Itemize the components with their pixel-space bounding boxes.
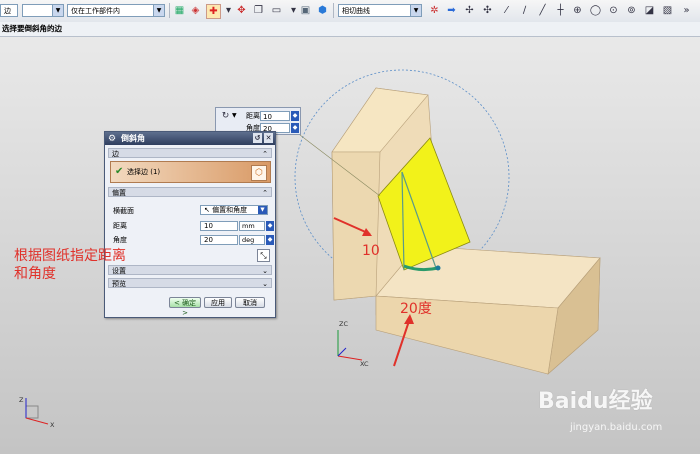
- annotation-note: 根据图纸指定距离 和角度: [14, 247, 126, 283]
- triad-x-axis: [25, 417, 49, 425]
- annotation-note-line2: 和角度: [14, 266, 56, 282]
- cancel-button[interactable]: 取消: [235, 297, 265, 308]
- mini-distance-label: 距离: [246, 112, 260, 120]
- close-icon[interactable]: ✕: [264, 133, 273, 143]
- angle-annotation: 20度: [400, 301, 432, 317]
- distance-unit[interactable]: mm: [239, 221, 265, 231]
- angle-unit[interactable]: deg: [239, 235, 265, 245]
- cross-section-value: 偏置和角度: [212, 206, 248, 214]
- edge-section-header[interactable]: 边 ⌃: [108, 148, 272, 158]
- zc-axis-label: ZC: [339, 320, 348, 328]
- angle-input[interactable]: 20: [200, 235, 238, 245]
- distance-input[interactable]: 10: [200, 221, 238, 231]
- cube-icon[interactable]: ⬡: [251, 165, 267, 181]
- yc-axis: [337, 347, 347, 357]
- select-edge-row[interactable]: ✔ 选择边 (1) ⬡: [110, 161, 271, 183]
- spinner-icon[interactable]: ◆: [291, 111, 299, 121]
- cross-section-label: 横截面: [113, 207, 134, 215]
- offset-section-label: 偏置: [112, 189, 126, 197]
- cross-section-select[interactable]: ↖ 偏置和角度 ▼: [200, 205, 268, 215]
- annotation-note-line1: 根据图纸指定距离: [14, 248, 126, 264]
- offset-angle-icon: ↖: [204, 206, 210, 214]
- chevron-down-icon: ⌄: [262, 280, 268, 288]
- settings-section-header[interactable]: 设置 ⌄: [108, 265, 272, 275]
- watermark-brand: Baidu经验: [538, 389, 653, 414]
- chevron-up-icon: ⌃: [262, 189, 268, 197]
- dialog-title-bar[interactable]: ⚙ 倒斜角 ↺ ✕: [105, 132, 275, 145]
- offset-section-header[interactable]: 偏置 ⌃: [108, 187, 272, 197]
- triad-x-label: X: [50, 421, 55, 429]
- triad-z-label: Z: [19, 396, 24, 404]
- distance-annotation: 10: [362, 243, 380, 259]
- distance-label: 距离: [113, 222, 127, 230]
- chamfer-dialog: ⚙ 倒斜角 ↺ ✕ 边 ⌃ ✔ 选择边 (1) ⬡ 偏置 ⌃ 横截面 ↖ 偏置和…: [104, 131, 276, 318]
- angle-label: 角度: [113, 236, 127, 244]
- spinner-icon[interactable]: ◆: [266, 235, 274, 245]
- ok-button[interactable]: < 确定 >: [169, 297, 201, 317]
- preview-section-header[interactable]: 预览 ⌄: [108, 278, 272, 288]
- chevron-down-icon[interactable]: ▼: [232, 112, 237, 119]
- spinner-icon[interactable]: ◆: [291, 123, 299, 133]
- chevron-down-icon: ⌄: [262, 267, 268, 275]
- apply-button[interactable]: 应用: [204, 297, 232, 308]
- dialog-title: 倒斜角: [121, 134, 145, 143]
- watermark-url: jingyan.baidu.com: [570, 422, 663, 433]
- curve-option-icon[interactable]: ↻: [219, 110, 232, 123]
- reverse-direction-icon[interactable]: ⤡: [257, 249, 270, 262]
- view-triad-cube: [25, 405, 39, 419]
- spinner-icon[interactable]: ◆: [266, 221, 274, 231]
- select-edge-label: 选择边 (1): [127, 168, 161, 176]
- xc-axis: [337, 355, 363, 361]
- check-icon: ✔: [115, 166, 124, 177]
- chevron-down-icon: ▼: [258, 206, 267, 214]
- handle-point[interactable]: [435, 265, 441, 271]
- edge-section-label: 边: [112, 150, 119, 158]
- wall-front-face[interactable]: [331, 151, 381, 301]
- reset-icon[interactable]: ↺: [253, 133, 262, 143]
- xc-axis-label: XC: [360, 360, 369, 368]
- chevron-up-icon: ⌃: [262, 150, 268, 158]
- gear-icon[interactable]: ⚙: [108, 133, 116, 146]
- mini-distance-input[interactable]: 10: [260, 111, 290, 121]
